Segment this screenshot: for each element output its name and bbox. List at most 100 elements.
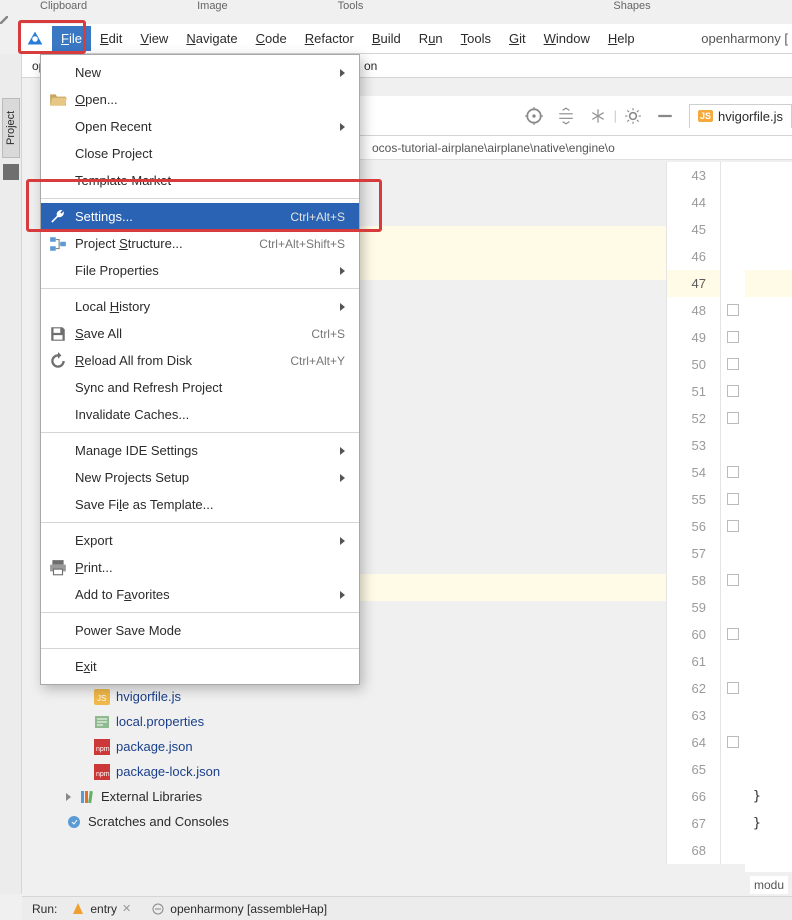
menu-item-file-properties[interactable]: File Properties [41, 257, 359, 284]
code-line[interactable] [745, 432, 792, 459]
menubar-build[interactable]: Build [363, 26, 410, 51]
expand-all-icon[interactable] [557, 107, 575, 125]
collapse-all-icon[interactable] [589, 107, 607, 125]
code-line[interactable] [745, 297, 792, 324]
code-line[interactable] [745, 378, 792, 405]
line-number[interactable]: 48 [667, 297, 720, 324]
project-toolwindow-tab[interactable]: Project [2, 98, 20, 158]
menubar-edit[interactable]: Edit [91, 26, 131, 51]
code-line[interactable] [745, 324, 792, 351]
line-number[interactable]: 66 [667, 783, 720, 810]
line-number[interactable]: 64 [667, 729, 720, 756]
menu-item-template-market[interactable]: Template Market [41, 167, 359, 194]
code-line[interactable] [745, 540, 792, 567]
menu-item-open[interactable]: Open... [41, 86, 359, 113]
code-line[interactable] [745, 594, 792, 621]
code-line[interactable] [745, 567, 792, 594]
menu-item-local-history[interactable]: Local History [41, 293, 359, 320]
tree-item-external-libraries[interactable]: External Libraries [60, 784, 360, 809]
resize-grip[interactable] [0, 16, 8, 24]
menu-item-print[interactable]: Print... [41, 554, 359, 581]
menu-item-close-project[interactable]: Close Project [41, 140, 359, 167]
code-line[interactable]: } [745, 783, 792, 810]
fold-toggle-icon[interactable] [727, 493, 739, 505]
code-line[interactable] [745, 162, 792, 189]
editor-gutter[interactable]: 4344454647484950515253545556575859606162… [666, 162, 721, 864]
line-number[interactable]: 59 [667, 594, 720, 621]
menu-item-export[interactable]: Export [41, 527, 359, 554]
line-number[interactable]: 47 [667, 270, 720, 297]
menubar-window[interactable]: Window [535, 26, 599, 51]
menubar-run[interactable]: Run [410, 26, 452, 51]
fold-toggle-icon[interactable] [727, 304, 739, 316]
menubar-view[interactable]: View [131, 26, 177, 51]
close-icon[interactable]: ✕ [122, 902, 131, 915]
line-number[interactable]: 49 [667, 324, 720, 351]
code-line[interactable] [745, 648, 792, 675]
fold-toggle-icon[interactable] [727, 574, 739, 586]
menubar-tools[interactable]: Tools [452, 26, 500, 51]
code-line[interactable] [745, 675, 792, 702]
tree-item-scratches-and-consoles[interactable]: Scratches and Consoles [60, 809, 360, 834]
line-number[interactable]: 67 [667, 810, 720, 837]
line-number[interactable]: 57 [667, 540, 720, 567]
line-number[interactable]: 45 [667, 216, 720, 243]
menubar-navigate[interactable]: Navigate [177, 26, 246, 51]
hide-icon[interactable] [656, 107, 674, 125]
code-line[interactable] [745, 702, 792, 729]
fold-toggle-icon[interactable] [727, 736, 739, 748]
menubar-code[interactable]: Code [247, 26, 296, 51]
line-number[interactable]: 68 [667, 837, 720, 864]
line-number[interactable]: 52 [667, 405, 720, 432]
menu-item-power-save-mode[interactable]: Power Save Mode [41, 617, 359, 644]
menu-item-reload-all-from-disk[interactable]: Reload All from DiskCtrl+Alt+Y [41, 347, 359, 374]
tree-item-hvigorfile-js[interactable]: JShvigorfile.js [60, 684, 360, 709]
menu-item-save-all[interactable]: Save AllCtrl+S [41, 320, 359, 347]
menu-item-open-recent[interactable]: Open Recent [41, 113, 359, 140]
fold-toggle-icon[interactable] [727, 385, 739, 397]
editor-tab-hvigorfile[interactable]: JS hvigorfile.js [689, 104, 792, 128]
code-line[interactable] [745, 243, 792, 270]
code-line[interactable] [745, 621, 792, 648]
line-number[interactable]: 58 [667, 567, 720, 594]
code-line[interactable] [745, 459, 792, 486]
code-area[interactable]: }} [745, 162, 792, 872]
tree-item-package-json[interactable]: npmpackage.json [60, 734, 360, 759]
line-number[interactable]: 62 [667, 675, 720, 702]
fold-toggle-icon[interactable] [727, 682, 739, 694]
menu-item-settings[interactable]: Settings...Ctrl+Alt+S [41, 203, 359, 230]
menubar-git[interactable]: Git [500, 26, 535, 51]
folder-rail-icon[interactable] [3, 164, 19, 180]
code-line[interactable] [745, 270, 792, 297]
fold-toggle-icon[interactable] [727, 466, 739, 478]
menu-item-project-structure[interactable]: Project Structure...Ctrl+Alt+Shift+S [41, 230, 359, 257]
tree-item-package-lock-json[interactable]: npmpackage-lock.json [60, 759, 360, 784]
code-line[interactable] [745, 729, 792, 756]
menubar-file[interactable]: File [52, 26, 91, 51]
menubar-help[interactable]: Help [599, 26, 644, 51]
run-tab-assemblehap[interactable]: openharmony [assembleHap] [145, 900, 333, 918]
target-icon[interactable] [525, 107, 543, 125]
line-number[interactable]: 53 [667, 432, 720, 459]
gear-icon[interactable] [624, 107, 642, 125]
code-line[interactable] [745, 405, 792, 432]
tree-item-local-properties[interactable]: local.properties [60, 709, 360, 734]
line-number[interactable]: 60 [667, 621, 720, 648]
fold-toggle-icon[interactable] [727, 628, 739, 640]
menubar-refactor[interactable]: Refactor [296, 26, 363, 51]
line-number[interactable]: 63 [667, 702, 720, 729]
line-number[interactable]: 56 [667, 513, 720, 540]
code-line[interactable] [745, 351, 792, 378]
menu-item-invalidate-caches[interactable]: Invalidate Caches... [41, 401, 359, 428]
line-number[interactable]: 61 [667, 648, 720, 675]
fold-toggle-icon[interactable] [727, 331, 739, 343]
path-breadcrumb[interactable]: ocos-tutorial-airplane\airplane\native\e… [360, 136, 792, 160]
line-number[interactable]: 54 [667, 459, 720, 486]
line-number[interactable]: 65 [667, 756, 720, 783]
line-number[interactable]: 46 [667, 243, 720, 270]
code-line[interactable] [745, 513, 792, 540]
menu-item-manage-ide-settings[interactable]: Manage IDE Settings [41, 437, 359, 464]
code-line[interactable] [745, 837, 792, 864]
code-line[interactable]: } [745, 810, 792, 837]
menu-item-add-to-favorites[interactable]: Add to Favorites [41, 581, 359, 608]
